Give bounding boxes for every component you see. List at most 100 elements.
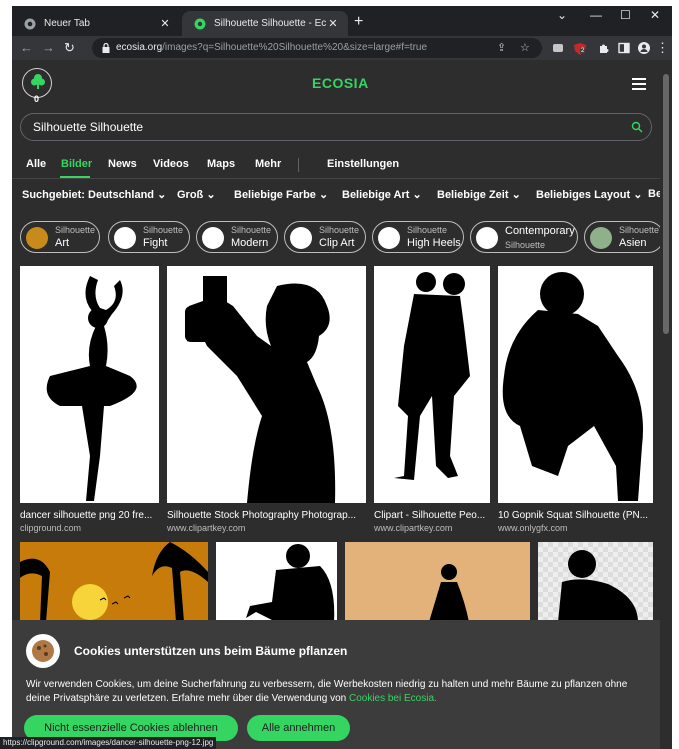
cookie-link[interactable]: Cookies bei Ecosia. [349,693,437,704]
result-image[interactable] [20,542,208,622]
reload-icon[interactable]: ↻ [64,40,75,56]
chip-line2: Asien [619,237,647,249]
close-icon[interactable]: ✕ [326,17,340,30]
result-image[interactable] [538,542,653,622]
scrollbar[interactable] [660,60,672,749]
search-icon[interactable] [631,121,643,133]
tab-alle[interactable]: Alle [26,158,46,170]
tab-news[interactable]: News [108,158,137,170]
new-tab-button[interactable]: + [354,14,363,30]
chip-line2: High Heels [407,237,461,249]
filter-layout[interactable]: Beliebiges Layout ⌄ [536,188,642,201]
tab-strip: Neuer Tab ✕ Silhouette Silhouette - Ecos… [12,6,672,36]
close-icon[interactable]: ✕ [158,17,172,30]
result-domain: www.clipartkey.com [374,523,453,533]
chip-silhouette-modern[interactable]: Silhouette Modern [196,221,278,253]
chip-thumbnail [290,227,312,249]
chip-line2: Silhouette [505,240,546,250]
tab-maps[interactable]: Maps [207,158,235,170]
result-image[interactable] [374,266,490,503]
tab-mehr[interactable]: Mehr [255,158,281,170]
filter-more[interactable]: Be [648,188,660,200]
image-result[interactable]: Silhouette Stock Photography Photograp..… [167,266,366,533]
search-query: Silhouette Silhouette [33,120,144,134]
result-caption[interactable]: Clipart - Silhouette Peo... [374,510,490,521]
scrollbar-thumb[interactable] [663,74,669,334]
woman-sunset-image [345,542,530,622]
chip-silhouette-fight[interactable]: Silhouette Fight [108,221,190,253]
photographer-silhouette-image [185,276,336,503]
result-image[interactable] [498,266,653,503]
filter-label: Groß [177,189,204,201]
ecosia-icon [194,18,206,29]
search-input[interactable]: Silhouette Silhouette [20,113,652,141]
filter-color[interactable]: Beliebige Farbe ⌄ [234,188,328,201]
result-caption[interactable]: 10 Gopnik Squat Silhouette (PN... [498,510,653,521]
back-icon[interactable]: ← [20,40,33,56]
filter-region[interactable]: Suchgebiet: Deutschland ⌄ [22,188,166,201]
chevron-down-icon[interactable]: ⌄ [557,8,567,22]
filter-label: Beliebiges Layout [536,189,631,201]
ublock-icon[interactable]: 2 [574,42,586,55]
share-icon[interactable]: ⇪ [497,41,506,54]
chip-silhouette-asien[interactable]: Silhouette Asien [584,221,660,253]
chip-line1: Silhouette [55,225,96,235]
extension-icon[interactable] [552,42,564,54]
profile-icon[interactable] [638,42,650,54]
sidepanel-icon[interactable] [618,42,630,54]
more-menu-icon[interactable]: ⋮ [656,40,669,56]
filter-label: Beliebige Farbe [234,189,316,201]
result-image[interactable] [216,542,337,622]
tab-ecosia[interactable]: Silhouette Silhouette - Ecosia - Ir ✕ [182,11,348,36]
result-caption[interactable]: Silhouette Stock Photography Photograp..… [167,510,366,521]
filter-label: Beliebige Art [342,189,410,201]
chip-thumbnail [378,227,400,249]
close-window-icon[interactable]: ✕ [650,8,660,22]
url-text: ecosia.org/images?q=Silhouette%20Silhoue… [116,42,427,53]
couple-silhouette-image [394,272,470,480]
chip-line2: Clip Art [319,237,355,249]
chip-thumbnail [476,227,498,249]
chip-line1: Contemporary [505,225,575,237]
chip-contemporary-silhouette[interactable]: Contemporary Silhouette [470,221,578,253]
filter-time[interactable]: Beliebige Zeit ⌄ [437,188,521,201]
accept-cookies-button[interactable]: Alle annehmen [247,715,350,741]
divider [12,178,660,179]
bookmark-star-icon[interactable]: ☆ [520,41,530,54]
chip-line2: Art [55,237,70,249]
image-result[interactable]: 10 Gopnik Squat Silhouette (PN... www.on… [498,266,653,533]
chip-silhouette-clip-art[interactable]: Silhouette Clip Art [284,221,366,253]
image-result[interactable]: dancer silhouette png 20 fre... clipgrou… [20,266,159,533]
tab-einstellungen[interactable]: Einstellungen [327,158,399,170]
tab-title: Silhouette Silhouette - Ecosia - Ir [214,18,326,29]
tab-videos[interactable]: Videos [153,158,189,170]
cookie-icon [26,634,60,668]
nav-divider [298,158,299,172]
search-nav-tabs: Alle Bilder News Videos Maps Mehr Einste… [12,154,660,178]
maximize-icon[interactable]: ☐ [620,8,631,22]
chip-silhouette-high-heels[interactable]: Silhouette High Heels [372,221,464,253]
puzzle-icon[interactable] [598,42,610,54]
result-image[interactable] [167,266,366,503]
url-host: ecosia.org [116,42,163,53]
filter-type[interactable]: Beliebige Art ⌄ [342,188,422,201]
forward-icon[interactable]: → [42,40,55,56]
related-searches: Silhouette Art Silhouette Fight Silhouet… [12,221,660,257]
ecosia-logo[interactable]: ECOSIA [312,75,369,91]
lock-icon [102,43,110,53]
result-caption[interactable]: dancer silhouette png 20 fre... [20,510,159,521]
hamburger-menu-icon[interactable] [632,78,646,90]
result-image[interactable] [345,542,530,622]
tab-bilder[interactable]: Bilder [61,158,92,170]
address-bar[interactable]: ecosia.org/images?q=Silhouette%20Silhoue… [92,38,542,58]
tab-new-tab[interactable]: Neuer Tab ✕ [12,11,180,36]
minimize-icon[interactable]: — [590,8,602,22]
image-result[interactable]: Clipart - Silhouette Peo... www.clipartk… [374,266,490,533]
result-image[interactable] [20,266,159,503]
url-path: /images?q=Silhouette%20Silhouette%20&siz… [162,42,428,53]
tab-title: Neuer Tab [44,18,90,29]
chip-silhouette-art[interactable]: Silhouette Art [20,221,100,253]
cookie-title: Cookies unterstützen uns beim Bäume pfla… [74,644,348,658]
filter-label: Suchgebiet: Deutschland [22,189,155,201]
filter-size[interactable]: Groß ⌄ [177,188,216,201]
